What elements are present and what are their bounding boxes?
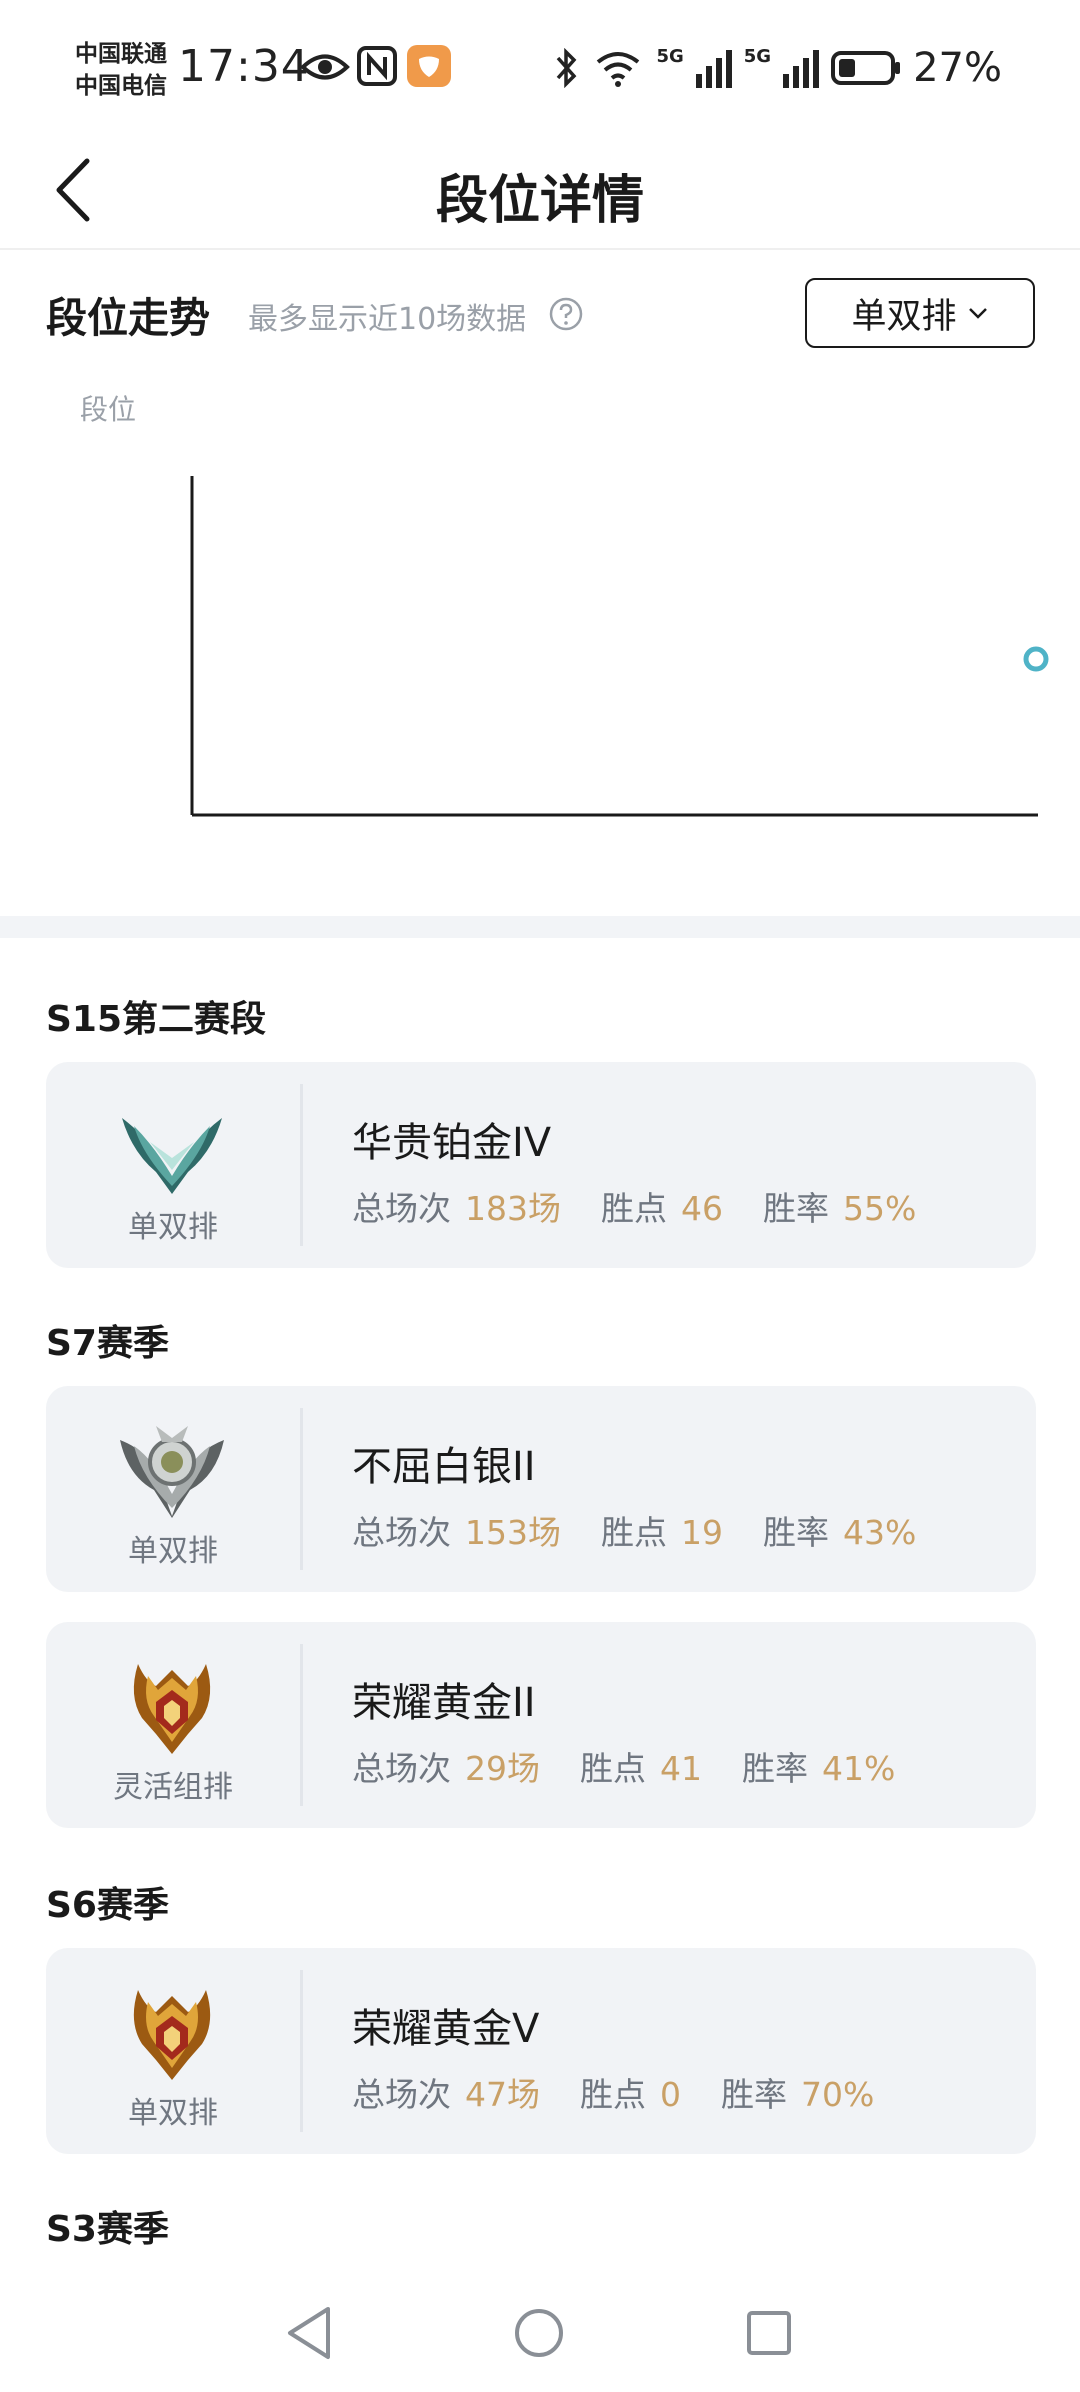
status-bar: 中国联通 中国电信 17:34 5G 5G 27% — [0, 0, 1080, 130]
queue-type-label: 单双排 — [128, 1210, 218, 1245]
nav-recents-button[interactable] — [724, 2288, 814, 2378]
rank-emblem-area: 单双排 — [46, 1948, 300, 2154]
winrate-label: 胜率 — [763, 1513, 829, 1552]
season-label: S6赛季 — [46, 1885, 169, 1926]
rank-stats: 总场次 153场 胜点 19 胜率 43% — [352, 1506, 956, 1554]
system-navigation-bar — [0, 2270, 1080, 2392]
rank-card[interactable]: 单双排 荣耀黄金V 总场次 47场 胜点 0 胜率 70% — [46, 1948, 1036, 2154]
queue-type-dropdown[interactable]: 单双排 — [805, 278, 1035, 348]
winrate-value: 55% — [843, 1189, 917, 1228]
gold-emblem-icon — [133, 1990, 211, 2080]
signal-icon-1 — [695, 50, 732, 88]
square-recents-icon — [747, 2311, 791, 2355]
rank-stats: 总场次 183场 胜点 46 胜率 55% — [352, 1182, 956, 1230]
nfc-icon — [357, 46, 397, 86]
card-divider — [300, 1970, 303, 2132]
games-label: 总场次 — [352, 1513, 451, 1552]
queue-type-selected: 单双排 — [851, 296, 957, 337]
rank-card[interactable]: 单双排 不屈白银II 总场次 153场 胜点 19 胜率 43% — [46, 1386, 1036, 1592]
net-label-2: 5G — [743, 45, 772, 67]
games-label: 总场次 — [352, 1189, 451, 1228]
queue-type-label: 单双排 — [128, 1534, 218, 1569]
section-divider — [0, 916, 1080, 938]
trend-subtitle: 最多显示近10场数据 — [248, 302, 527, 337]
games-value: 183场 — [465, 1189, 561, 1228]
carrier-2: 中国电信 — [75, 73, 167, 99]
rank-card[interactable]: 单双排 华贵铂金IV 总场次 183场 胜点 46 胜率 55% — [46, 1062, 1036, 1268]
winrate-label: 胜率 — [742, 1749, 808, 1788]
rank-name: 荣耀黄金II — [352, 1680, 536, 1726]
top-app-bar: 段位详情 — [0, 130, 1080, 250]
rank-stats: 总场次 29场 胜点 41 胜率 41% — [352, 1742, 935, 1790]
games-value: 29场 — [465, 1749, 540, 1788]
winrate-value: 41% — [822, 1749, 896, 1788]
rank-trend-chart — [190, 476, 1049, 817]
lp-label: 胜点 — [580, 2075, 646, 2114]
lp-value: 46 — [681, 1189, 723, 1228]
wifi-icon — [597, 52, 640, 87]
card-divider — [300, 1084, 303, 1246]
lp-value: 19 — [681, 1513, 723, 1552]
gold-emblem-icon — [133, 1664, 211, 1754]
season-label: S3赛季 — [46, 2209, 169, 2250]
rank-emblem-area: 单双排 — [46, 1062, 300, 1268]
rank-stats: 总场次 47场 胜点 0 胜率 70% — [352, 2068, 914, 2116]
triangle-back-icon — [288, 2307, 330, 2359]
app-notification-icon — [407, 45, 451, 87]
card-divider — [300, 1644, 303, 1806]
chevron-down-icon — [968, 308, 987, 319]
nav-home-button[interactable] — [494, 2288, 584, 2378]
lp-value: 41 — [660, 1749, 702, 1788]
lp-label: 胜点 — [580, 1749, 646, 1788]
card-divider — [300, 1408, 303, 1570]
circle-home-icon — [515, 2309, 563, 2357]
carrier-labels: 中国联通 中国电信 — [75, 38, 167, 102]
winrate-label: 胜率 — [721, 2075, 787, 2114]
season-label: S7赛季 — [46, 1323, 169, 1364]
chart-point — [1023, 646, 1049, 672]
nav-back-button[interactable] — [264, 2288, 354, 2378]
rank-name: 荣耀黄金V — [352, 2006, 540, 2052]
signal-icon-2 — [783, 50, 820, 88]
platinum-emblem-icon — [122, 1118, 222, 1194]
winrate-value: 70% — [801, 2075, 875, 2114]
lp-value: 0 — [660, 2075, 681, 2114]
games-label: 总场次 — [352, 2075, 451, 2114]
help-icon[interactable] — [548, 296, 584, 332]
rank-emblem-area: 单双排 — [46, 1386, 300, 1592]
battery-percent: 27% — [913, 45, 1002, 91]
status-icons: 5G 5G 27% — [554, 40, 1002, 96]
page-title: 段位详情 — [435, 171, 644, 231]
rank-name: 华贵铂金IV — [352, 1120, 552, 1166]
battery-icon — [831, 51, 901, 85]
carrier-1: 中国联通 — [75, 41, 167, 67]
net-label-1: 5G — [656, 45, 684, 67]
rank-card[interactable]: 灵活组排 荣耀黄金II 总场次 29场 胜点 41 胜率 41% — [46, 1622, 1036, 1828]
winrate-value: 43% — [843, 1513, 917, 1552]
clock: 17:34 — [178, 41, 310, 92]
season-label: S15第二赛段 — [46, 999, 267, 1040]
silver-emblem-icon — [120, 1426, 224, 1518]
rank-name: 不屈白银II — [352, 1444, 536, 1490]
lp-label: 胜点 — [601, 1513, 667, 1552]
lp-label: 胜点 — [601, 1189, 667, 1228]
games-value: 47场 — [465, 2075, 540, 2114]
bluetooth-icon — [557, 48, 577, 88]
queue-type-label: 单双排 — [128, 2096, 218, 2131]
trend-section-title: 段位走势 — [46, 294, 210, 342]
rank-emblem-area: 灵活组排 — [46, 1622, 300, 1828]
queue-type-label: 灵活组排 — [113, 1770, 233, 1805]
winrate-label: 胜率 — [763, 1189, 829, 1228]
games-value: 153场 — [465, 1513, 561, 1552]
eye-icon — [300, 54, 350, 80]
chart-y-label: 段位 — [80, 393, 137, 426]
games-label: 总场次 — [352, 1749, 451, 1788]
